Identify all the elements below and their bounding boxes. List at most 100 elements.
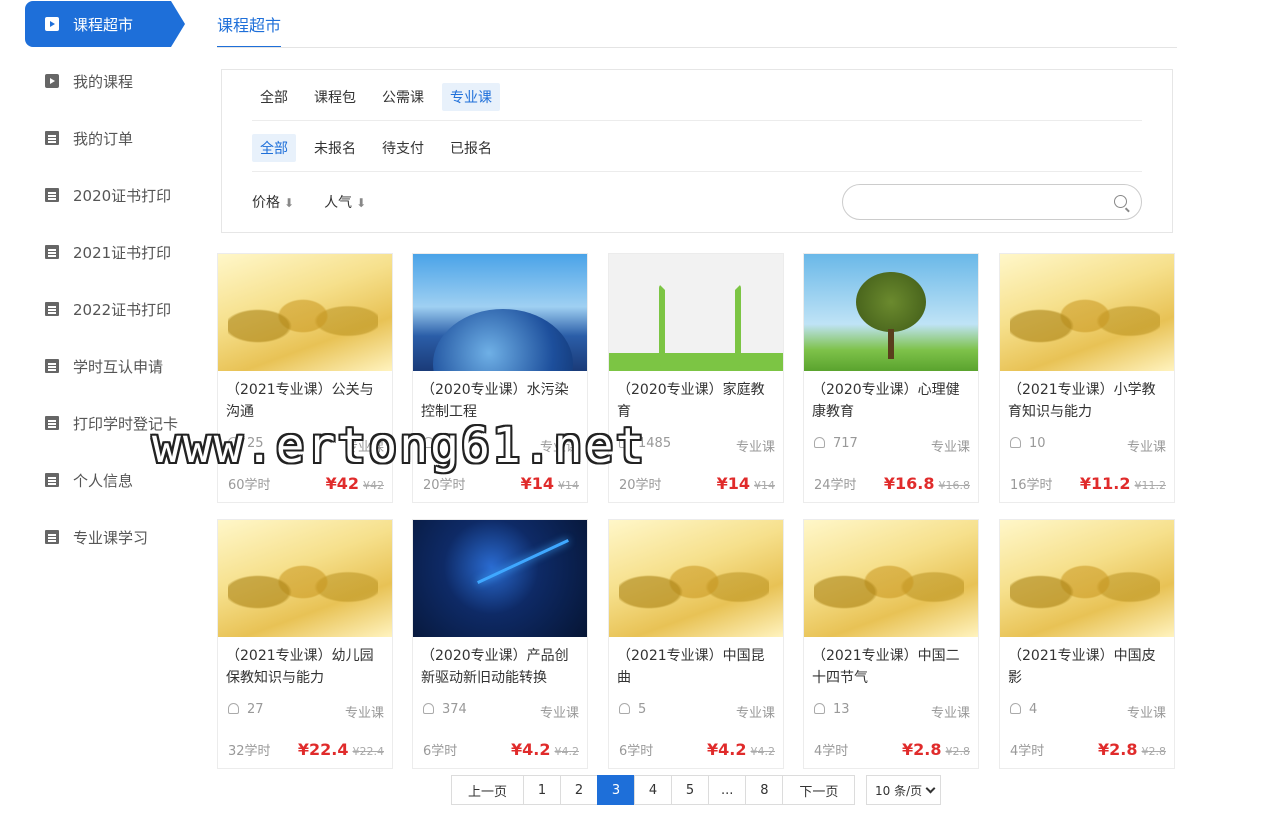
course-thumbnail bbox=[609, 254, 783, 371]
course-price: ¥11.2 bbox=[1079, 474, 1131, 493]
clipboard-icon bbox=[45, 131, 59, 145]
course-category: 专业课 bbox=[930, 440, 970, 455]
original-price: ¥2.8 bbox=[945, 745, 971, 758]
course-hours: 32学时 bbox=[228, 744, 271, 759]
student-count-value: 13 bbox=[833, 702, 850, 717]
student-count: 5 bbox=[619, 702, 646, 721]
course-title: （2020专业课）家庭教育 bbox=[617, 382, 765, 420]
chevron-down-icon bbox=[925, 783, 936, 794]
page-button[interactable]: 5 bbox=[671, 775, 710, 805]
course-card[interactable]: （2021专业课）小学教育知识与能力 10 专业课 16学时 ¥11.2 ¥11.2 bbox=[999, 253, 1175, 503]
sidebar-item-course-market[interactable]: 课程超市 bbox=[25, 1, 185, 47]
arrow-down-icon: ⬇ bbox=[284, 196, 295, 210]
course-category: 专业课 bbox=[539, 706, 579, 721]
course-thumbnail bbox=[413, 254, 587, 371]
student-count-value: 5 bbox=[638, 702, 647, 717]
course-thumbnail bbox=[1000, 520, 1174, 637]
original-price: ¥14 bbox=[558, 479, 579, 492]
student-count-value: 717 bbox=[833, 436, 858, 451]
sidebar-item-label: 专业课学习 bbox=[73, 528, 149, 547]
user-icon bbox=[228, 703, 239, 714]
document-icon bbox=[45, 473, 59, 487]
page-button-current[interactable]: 3 bbox=[597, 775, 636, 805]
sort-by-popularity[interactable]: 人气 ⬇ bbox=[324, 192, 366, 212]
original-price: ¥4.2 bbox=[554, 745, 580, 758]
course-price: ¥4.2 bbox=[707, 740, 747, 759]
page-button[interactable]: 2 bbox=[560, 775, 599, 805]
sidebar-item-professional-study[interactable]: 专业课学习 bbox=[25, 514, 185, 560]
course-price: ¥42 bbox=[325, 474, 359, 493]
document-icon bbox=[45, 530, 59, 544]
sidebar-item-my-orders[interactable]: 我的订单 bbox=[25, 115, 185, 161]
course-thumbnail bbox=[804, 520, 978, 637]
student-count: 10 bbox=[1010, 436, 1046, 455]
sidebar-item-my-courses[interactable]: 我的课程 bbox=[25, 58, 185, 104]
search-input[interactable] bbox=[857, 185, 1107, 219]
type-filter-public[interactable]: 公需课 bbox=[374, 83, 432, 111]
watermark: www.ertong61.net bbox=[152, 418, 647, 474]
sidebar-item-credit-recognition[interactable]: 学时互认申请 bbox=[25, 343, 185, 389]
document-icon bbox=[45, 359, 59, 373]
original-price: ¥2.8 bbox=[1141, 745, 1167, 758]
prev-page-button[interactable]: 上一页 bbox=[451, 775, 525, 805]
student-count: 13 bbox=[814, 702, 850, 721]
course-card[interactable]: （2020专业课）心理健康教育 717 专业课 24学时 ¥16.8 ¥16.8 bbox=[803, 253, 979, 503]
user-icon bbox=[814, 437, 825, 448]
course-thumbnail bbox=[609, 520, 783, 637]
sidebar-item-cert-2021[interactable]: 2021证书打印 bbox=[25, 229, 185, 275]
course-thumbnail bbox=[218, 254, 392, 371]
divider bbox=[252, 120, 1142, 121]
course-card[interactable]: （2021专业课）中国二十四节气 13 专业课 4学时 ¥2.8 ¥2.8 bbox=[803, 519, 979, 769]
user-icon bbox=[423, 703, 434, 714]
course-price: ¥2.8 bbox=[1098, 740, 1138, 759]
type-filter-professional[interactable]: 专业课 bbox=[442, 83, 500, 111]
arrow-down-icon: ⬇ bbox=[356, 196, 367, 210]
type-filter-package[interactable]: 课程包 bbox=[306, 83, 364, 111]
course-price: ¥16.8 bbox=[883, 474, 935, 493]
sidebar-item-cert-2022[interactable]: 2022证书打印 bbox=[25, 286, 185, 332]
course-hours: 20学时 bbox=[423, 478, 466, 493]
sidebar-item-label: 2021证书打印 bbox=[73, 243, 172, 262]
student-count: 717 bbox=[814, 436, 858, 455]
sidebar: 课程超市 我的课程 我的订单 2020证书打印 2021证书打印 2022证书打… bbox=[0, 0, 200, 819]
course-hours: 4学时 bbox=[814, 744, 849, 759]
page-button[interactable]: 8 bbox=[745, 775, 784, 805]
course-card[interactable]: （2021专业课）中国皮影 4 专业课 4学时 ¥2.8 ¥2.8 bbox=[999, 519, 1175, 769]
status-filter-unregistered[interactable]: 未报名 bbox=[306, 134, 364, 162]
status-filter-pending-payment[interactable]: 待支付 bbox=[374, 134, 432, 162]
sidebar-item-label: 我的课程 bbox=[73, 72, 134, 91]
course-title: （2021专业课）幼儿园保教知识与能力 bbox=[226, 648, 374, 686]
sidebar-item-label: 学时互认申请 bbox=[73, 357, 164, 376]
type-filter-all[interactable]: 全部 bbox=[252, 83, 296, 111]
page-size-value: 10 条/页 bbox=[875, 783, 923, 798]
course-hours: 60学时 bbox=[228, 478, 271, 493]
page-ellipsis[interactable]: ... bbox=[708, 775, 747, 805]
original-price: ¥16.8 bbox=[938, 479, 971, 492]
status-filter-all[interactable]: 全部 bbox=[252, 134, 296, 162]
course-category: 专业课 bbox=[1126, 706, 1166, 721]
original-price: ¥14 bbox=[754, 479, 775, 492]
course-title: （2020专业课）心理健康教育 bbox=[812, 382, 960, 420]
search-icon[interactable] bbox=[1114, 195, 1127, 208]
filter-panel: 全部 课程包 公需课 专业课 全部 未报名 待支付 已报名 价格 ⬇ 人气 ⬇ bbox=[221, 69, 1173, 233]
page-button[interactable]: 1 bbox=[523, 775, 562, 805]
sidebar-item-cert-2020[interactable]: 2020证书打印 bbox=[25, 172, 185, 218]
clipboard-icon bbox=[45, 188, 59, 202]
page-button[interactable]: 4 bbox=[634, 775, 673, 805]
page-size-select[interactable]: 10 条/页 bbox=[866, 775, 941, 805]
course-card[interactable]: （2021专业课）幼儿园保教知识与能力 27 专业课 32学时 ¥22.4 ¥22.4 bbox=[217, 519, 393, 769]
course-hours: 16学时 bbox=[1010, 478, 1053, 493]
student-count-value: 374 bbox=[442, 702, 467, 717]
sidebar-item-label: 个人信息 bbox=[73, 471, 134, 490]
status-filter-registered[interactable]: 已报名 bbox=[442, 134, 500, 162]
search-box bbox=[842, 184, 1142, 220]
course-card[interactable]: （2020专业课）产品创新驱动新旧动能转换 374 专业课 6学时 ¥4.2 ¥4.2 bbox=[412, 519, 588, 769]
course-price: ¥2.8 bbox=[902, 740, 942, 759]
course-card[interactable]: （2021专业课）中国昆曲 5 专业课 6学时 ¥4.2 ¥4.2 bbox=[608, 519, 784, 769]
course-price: ¥14 bbox=[520, 474, 554, 493]
sort-by-price[interactable]: 价格 ⬇ bbox=[252, 192, 294, 212]
tab-course-market[interactable]: 课程超市 bbox=[217, 12, 282, 48]
course-title: （2020专业课）水污染控制工程 bbox=[421, 382, 569, 420]
sort-label: 价格 bbox=[252, 195, 280, 211]
next-page-button[interactable]: 下一页 bbox=[782, 775, 856, 805]
